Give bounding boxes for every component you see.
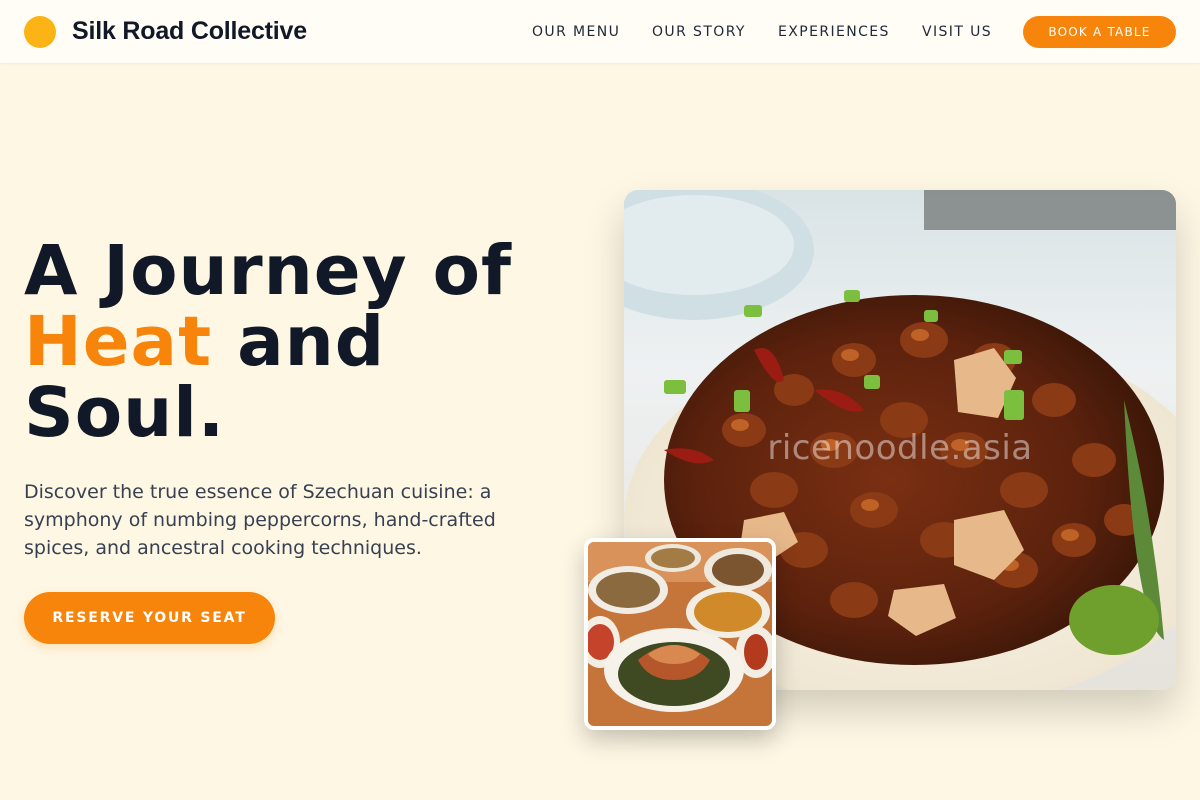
site-header: Silk Road Collective OUR MENU OUR STORY … — [0, 0, 1200, 63]
book-table-button[interactable]: BOOK A TABLE — [1023, 16, 1176, 48]
dishes-spread-image — [588, 542, 772, 726]
nav-link-our-menu[interactable]: OUR MENU — [532, 22, 620, 42]
hero-title-line2: and — [212, 302, 386, 382]
nav-link-experiences[interactable]: EXPERIENCES — [778, 22, 890, 42]
main-nav: OUR MENU OUR STORY EXPERIENCES VISIT US — [0, 22, 1200, 42]
hero-title-accent: Heat — [24, 302, 213, 382]
nav-link-our-story[interactable]: OUR STORY — [652, 22, 746, 42]
reserve-seat-button[interactable]: RESERVE YOUR SEAT — [24, 592, 275, 644]
hero-title-line3: Soul. — [24, 373, 226, 453]
dishes-spread-photo — [584, 538, 776, 730]
hero-title: A Journey of Heat and Soul. — [24, 236, 584, 449]
hero-title-line1: A Journey of — [24, 231, 512, 311]
hero-description: Discover the true essence of Szechuan cu… — [24, 481, 496, 559]
image-watermark: ricenoodle.asia — [767, 428, 1033, 468]
nav-link-visit-us[interactable]: VISIT US — [922, 22, 992, 42]
